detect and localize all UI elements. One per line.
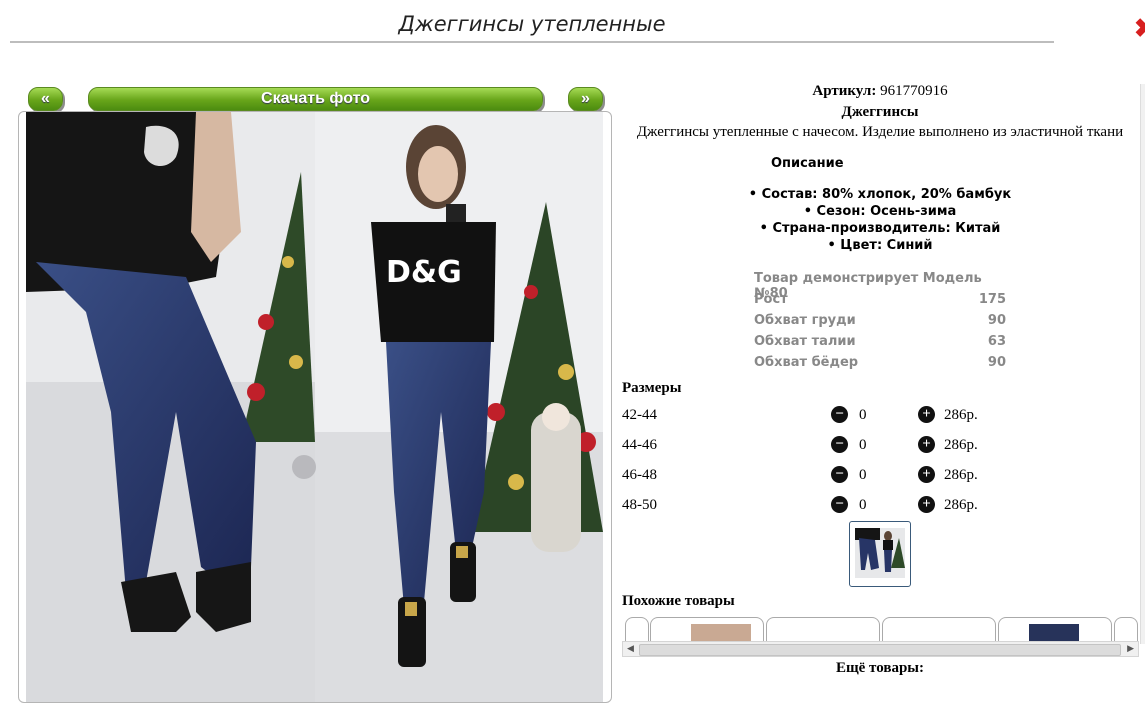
prev-photo-button[interactable]: « <box>28 87 63 111</box>
spec-item: • Цвет: Синий <box>827 238 933 253</box>
size-label: 44-46 <box>622 437 657 453</box>
size-label: 48-50 <box>622 497 657 513</box>
size-qty: 0 <box>859 497 867 513</box>
model-row: Обхват талии 63 <box>754 334 1006 355</box>
size-price: 286р. <box>944 407 978 423</box>
model-label: Обхват бёдер <box>754 355 859 370</box>
model-value: 90 <box>987 313 1006 328</box>
model-value: 63 <box>987 334 1006 349</box>
size-qty: 0 <box>859 437 867 453</box>
sizes-title: Размеры <box>622 380 682 396</box>
product-category: Джеггинсы <box>841 104 919 120</box>
article-line: Артикул: 961770916 <box>620 83 1140 100</box>
photo-thumbnail[interactable] <box>849 521 911 587</box>
spec-item: • Состав: 80% хлопок, 20% бамбук <box>748 187 1012 202</box>
model-label: Обхват груди <box>754 313 856 328</box>
size-row: 48-50 − 0 + 286р. <box>622 494 1122 518</box>
size-qty: 0 <box>859 467 867 483</box>
product-photo[interactable]: D&G <box>26 112 603 702</box>
scroll-right-icon[interactable]: ▶ <box>1127 643 1134 654</box>
size-label: 42-44 <box>622 407 657 423</box>
similar-item-image <box>1029 624 1079 642</box>
model-value: 175 <box>978 292 1006 307</box>
close-icon[interactable]: ✖ <box>1134 14 1145 42</box>
model-label: Обхват талии <box>754 334 856 349</box>
thumbnail-image <box>855 528 905 578</box>
model-label: Рост <box>754 292 788 307</box>
article-value: 961770916 <box>880 83 948 99</box>
similar-title: Похожие товары <box>622 593 735 609</box>
more-items-title: Ещё товары: <box>835 660 925 676</box>
specs-list: • Состав: 80% хлопок, 20% бамбук • Сезон… <box>620 186 1140 254</box>
similar-item-card[interactable] <box>882 617 996 642</box>
scroll-left-icon[interactable]: ◀ <box>627 643 634 654</box>
similar-item-card[interactable] <box>625 617 649 642</box>
svg-text:D&G: D&G <box>386 255 462 290</box>
similar-item-card[interactable] <box>766 617 880 642</box>
article-label: Артикул: <box>812 83 877 99</box>
size-row: 42-44 − 0 + 286р. <box>622 404 1122 428</box>
scrollbar-thumb[interactable] <box>639 644 1121 656</box>
specs-title: Описание <box>771 156 844 171</box>
minus-circle-icon[interactable]: − <box>831 496 848 513</box>
size-row: 44-46 − 0 + 286р. <box>622 434 1122 458</box>
size-price: 286р. <box>944 467 978 483</box>
model-row: Обхват бёдер 90 <box>754 355 1006 376</box>
product-photo-illustration: D&G <box>26 112 603 702</box>
plus-circle-icon[interactable]: + <box>918 466 935 483</box>
plus-circle-icon[interactable]: + <box>918 436 935 453</box>
model-row: Обхват груди 90 <box>754 313 1006 334</box>
model-row: Товар демонстрирует Модель №80 <box>754 271 1006 301</box>
page-title: Джеггинсы утепленные <box>10 8 1054 43</box>
model-row: Рост 175 <box>754 292 1006 313</box>
similar-scrollbar[interactable]: ◀ ▶ <box>622 641 1139 657</box>
size-price: 286р. <box>944 437 978 453</box>
spec-item: • Страна-производитель: Китай <box>759 221 1001 236</box>
similar-item-card[interactable] <box>998 617 1112 642</box>
minus-circle-icon[interactable]: − <box>831 466 848 483</box>
size-row: 46-48 − 0 + 286р. <box>622 464 1122 488</box>
size-price: 286р. <box>944 497 978 513</box>
model-value: 90 <box>987 355 1006 370</box>
next-photo-button[interactable]: » <box>568 87 603 111</box>
page-scrollbar[interactable] <box>1140 84 1145 644</box>
product-description: Джеггинсы утепленные с начесом. Изделие … <box>636 124 1124 140</box>
similar-item-card[interactable] <box>650 617 764 642</box>
spec-item: • Сезон: Осень-зима <box>803 204 957 219</box>
similar-item-card[interactable] <box>1114 617 1138 642</box>
plus-circle-icon[interactable]: + <box>918 496 935 513</box>
size-qty: 0 <box>859 407 867 423</box>
minus-circle-icon[interactable]: − <box>831 406 848 423</box>
plus-circle-icon[interactable]: + <box>918 406 935 423</box>
similar-item-image <box>691 624 751 642</box>
download-photo-button[interactable]: Скачать фото <box>88 87 543 111</box>
minus-circle-icon[interactable]: − <box>831 436 848 453</box>
size-label: 46-48 <box>622 467 657 483</box>
